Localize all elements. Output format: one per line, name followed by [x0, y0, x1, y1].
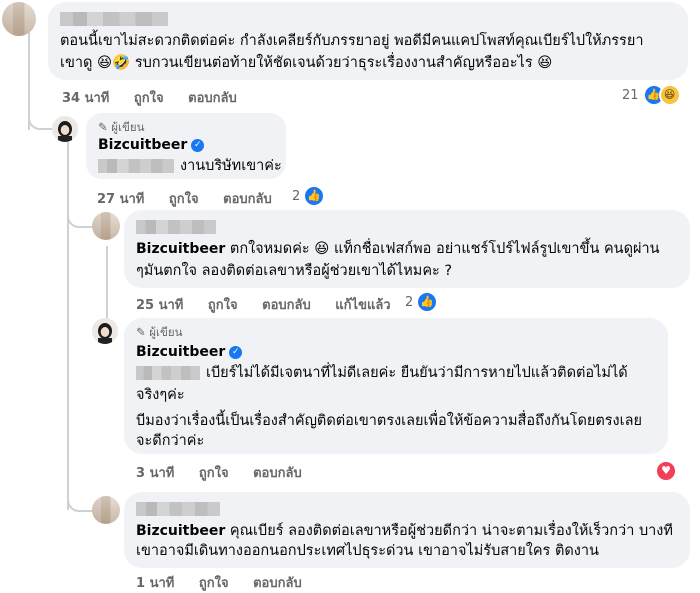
comment-actions: 1 นาที ถูกใจ ตอบกลับ [136, 572, 322, 593]
timestamp[interactable]: 1 นาที [136, 576, 174, 591]
timestamp[interactable]: 25 นาที [136, 298, 183, 313]
avatar[interactable] [92, 318, 118, 344]
reply-button[interactable]: ตอบกลับ [253, 576, 302, 591]
mention-redacted[interactable] [136, 366, 200, 380]
comment-bubble: ✎ ผู้เขียน Bizcuitbeer ✓ เบียร์ไม่ได้มีเจ… [124, 318, 668, 454]
avatar[interactable] [92, 496, 120, 524]
avatar[interactable] [92, 212, 120, 240]
comment-text: Bizcuitbeer คุณเบียร์ ลองติดต่อเลขาหรือผ… [136, 523, 673, 539]
commenter-name-redacted[interactable] [136, 220, 216, 234]
comment-actions: 25 นาที ถูกใจ ตอบกลับ แก้ไขแล้ว [136, 294, 411, 315]
comment-bubble: Bizcuitbeer ตกใจหมดค่ะ 😆 แท็กชื่อเฟสก์พอ… [124, 210, 690, 288]
comment-text: จริงๆค่ะ [136, 387, 185, 403]
reply-button[interactable]: ตอบกลับ [223, 192, 272, 207]
thread-branch [67, 492, 95, 512]
pencil-icon: ✎ [136, 325, 146, 339]
comment-text: งานบริษัทเขาค่ะ [180, 158, 282, 174]
like-icon: 👍 [416, 291, 439, 313]
like-button[interactable]: ถูกใจ [199, 576, 229, 591]
author-name[interactable]: Bizcuitbeer ✓ [136, 344, 243, 360]
mention-redacted[interactable] [98, 159, 174, 173]
thread-branch [67, 208, 95, 228]
commenter-name-redacted[interactable] [136, 502, 220, 516]
like-icon: 👍 [303, 185, 326, 207]
edited-label[interactable]: แก้ไขแล้ว [335, 298, 390, 313]
reaction-summary[interactable]: 2 👍 [292, 185, 326, 207]
comment-actions: 27 นาที ถูกใจ ตอบกลับ [97, 188, 292, 209]
reaction-summary[interactable]: 21 👍 😆 [622, 84, 681, 106]
timestamp[interactable]: 34 นาที [62, 91, 109, 106]
reply-button[interactable]: ตอบกลับ [188, 91, 237, 106]
reply-button[interactable]: ตอบกลับ [262, 298, 311, 313]
commenter-name-redacted[interactable] [60, 12, 168, 26]
pencil-icon: ✎ [98, 120, 108, 134]
author-badge: ✎ ผู้เขียน [136, 325, 183, 339]
comment-bubble: ✎ ผู้เขียน Bizcuitbeer ✓ งานบริษัทเขาค่ะ [86, 113, 286, 179]
comment-actions: 34 นาที ถูกใจ ตอบกลับ [62, 87, 257, 108]
avatar[interactable] [52, 116, 78, 142]
reaction-summary[interactable]: 2 👍 [405, 291, 439, 313]
mention-link[interactable]: Bizcuitbeer [136, 241, 225, 257]
thread-line [67, 142, 69, 510]
comment-actions: 3 นาที ถูกใจ ตอบกลับ [136, 462, 322, 483]
mention-link[interactable]: Bizcuitbeer [136, 523, 225, 539]
author-avatar-image [52, 116, 78, 142]
author-name[interactable]: Bizcuitbeer ✓ [98, 137, 205, 153]
reaction-summary[interactable]: ♥ [655, 460, 677, 482]
timestamp[interactable]: 27 นาที [97, 192, 144, 207]
comment-text: บีมองว่าเรื่องนี้เป็นเรื่องสำคัญติดต่อเข… [136, 413, 642, 429]
comment-bubble: Bizcuitbeer คุณเบียร์ ลองติดต่อเลขาหรือผ… [124, 492, 690, 568]
like-button[interactable]: ถูกใจ [169, 192, 199, 207]
comment-bubble: ตอนนี้เขาไม่สะดวกติดต่อค่ะ กำลังเคลียร์ก… [48, 2, 688, 80]
reaction-count: 2 [405, 294, 414, 310]
author-avatar-image [92, 318, 118, 344]
comment-text: ตอนนี้เขาไม่สะดวกติดต่อค่ะ กำลังเคลียร์ก… [60, 33, 644, 49]
reaction-count: 21 [622, 87, 639, 103]
reply-button[interactable]: ตอบกลับ [253, 466, 302, 481]
author-badge: ✎ ผู้เขียน [98, 120, 145, 134]
like-button[interactable]: ถูกใจ [199, 466, 229, 481]
comment-text: จะดีกว่าค่ะ [136, 433, 205, 449]
timestamp[interactable]: 3 นาที [136, 466, 174, 481]
comment-text: เบียร์ไม่ได้มีเจตนาที่ไม่ดีเลยค่ะ ยืนยัน… [206, 365, 628, 381]
avatar[interactable] [2, 2, 36, 36]
comment-text: Bizcuitbeer ตกใจหมดค่ะ 😆 แท็กชื่อเฟสก์พอ… [136, 241, 660, 257]
comment-text: ๆมันตกใจ ลองติดต่อเลขาหรือผู้ช่วยเขาได้ไ… [136, 263, 453, 279]
like-button[interactable]: ถูกใจ [134, 91, 164, 106]
comment-text: เขาอาจมีเดินทางออกนอกประเทศไปธุระด่วน เข… [136, 543, 599, 559]
heart-icon: ♥ [655, 460, 677, 482]
comment-text: เขาดู 😆🤣 รบกวนเขียนต่อท้ายให้ชัดเจนด้วยว… [60, 55, 553, 71]
reaction-count: 2 [292, 188, 301, 204]
haha-icon: 😆 [658, 84, 681, 106]
verified-badge-icon: ✓ [191, 138, 205, 152]
verified-badge-icon: ✓ [229, 345, 243, 359]
like-button[interactable]: ถูกใจ [208, 298, 238, 313]
